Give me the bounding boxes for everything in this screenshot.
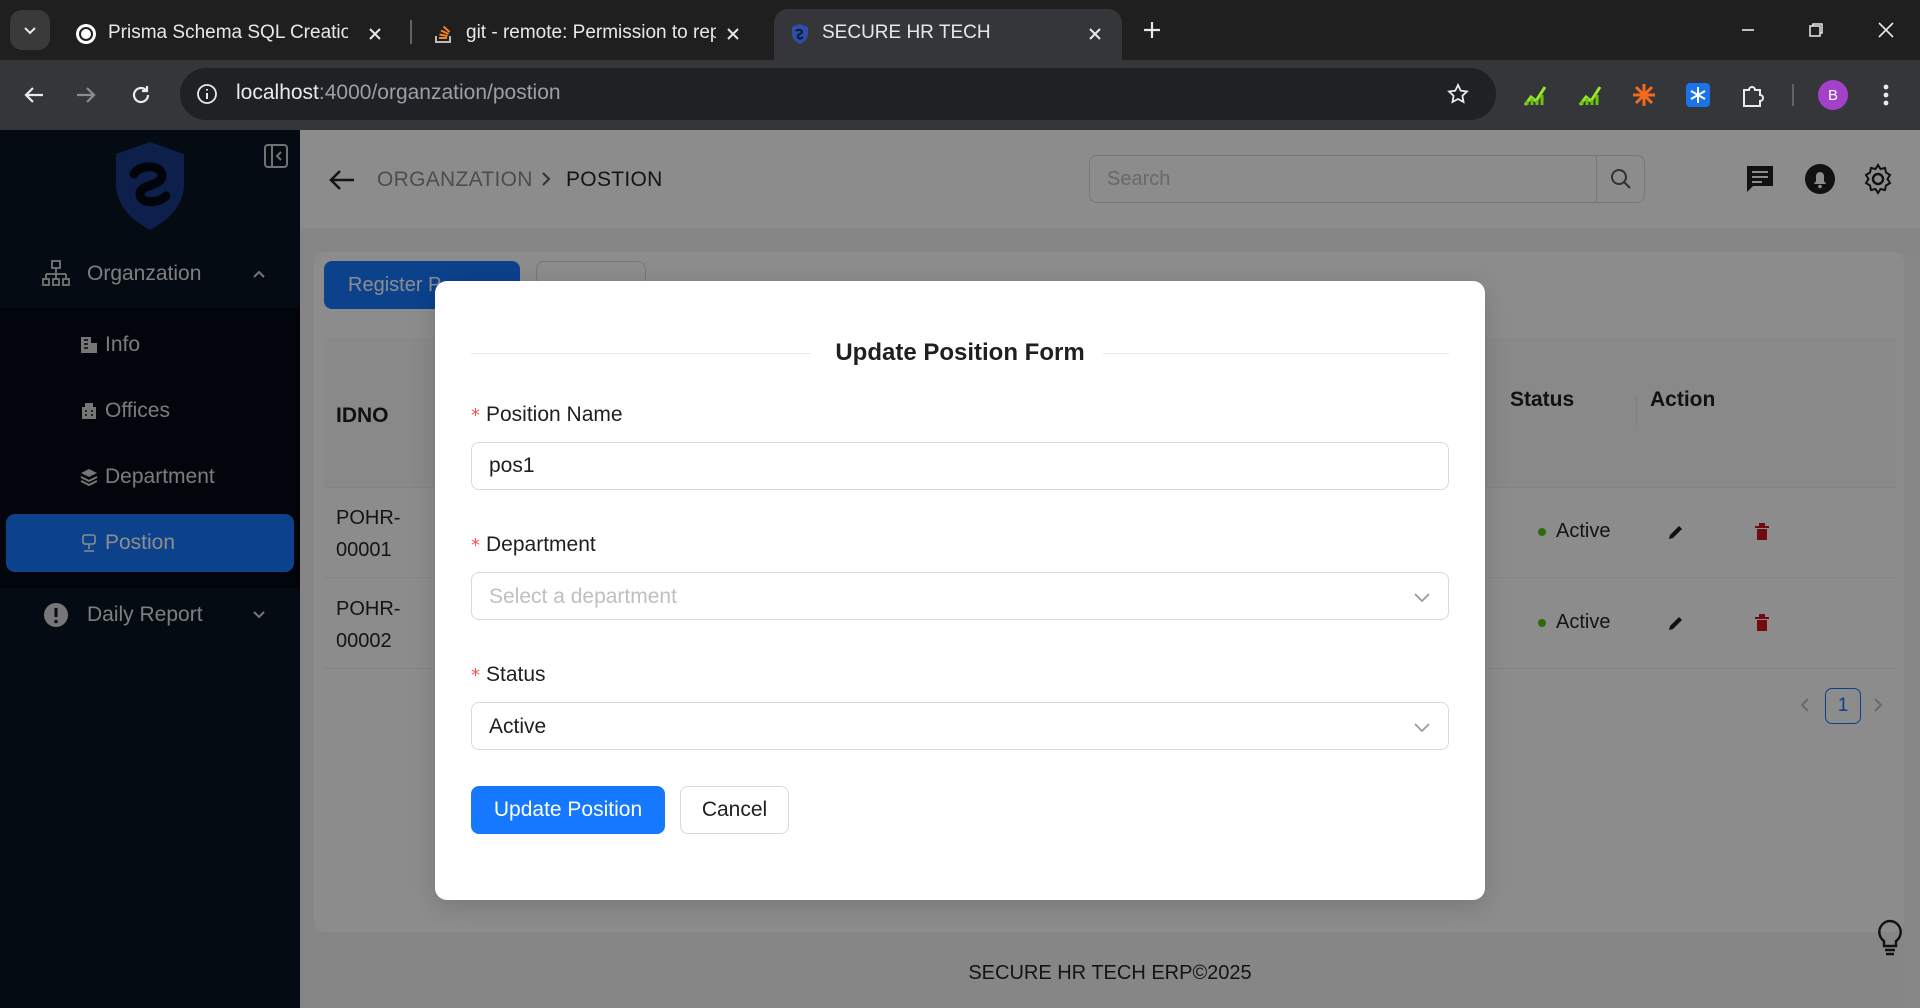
shield-logo-icon (792, 24, 808, 44)
chatgpt-icon (76, 24, 96, 44)
extension-chart-icon[interactable] (1517, 77, 1553, 113)
tab-divider (410, 20, 412, 44)
more-menu-icon[interactable] (1868, 77, 1904, 113)
position-name-input[interactable] (471, 442, 1449, 490)
address-bar[interactable]: localhost:4000/organzation/postion (180, 68, 1496, 120)
department-placeholder: Select a department (489, 585, 677, 608)
extension-snowflake-icon[interactable] (1680, 77, 1716, 113)
tab-title: Prisma Schema SQL Creation (108, 22, 348, 43)
reload-icon (132, 86, 150, 104)
url-host: localhost (236, 81, 319, 104)
required-asterisk: * (471, 665, 480, 686)
stackoverflow-icon (435, 25, 451, 43)
update-position-button[interactable]: Update Position (471, 786, 665, 834)
close-icon[interactable] (362, 21, 388, 47)
browser-toolbar: localhost:4000/organzation/postion B (0, 60, 1920, 130)
extension-chart-icon[interactable] (1572, 77, 1608, 113)
forward-button[interactable] (68, 77, 104, 113)
chevron-down-icon (1412, 587, 1432, 607)
status-label-text: Status (486, 663, 546, 686)
new-tab-button[interactable] (1136, 14, 1168, 46)
tab-search-button[interactable] (10, 10, 50, 50)
status-label: * Status (471, 663, 546, 687)
required-asterisk: * (471, 405, 480, 426)
back-button[interactable] (16, 77, 52, 113)
extension-spark-icon[interactable] (1626, 77, 1662, 113)
minimize-icon (1742, 29, 1754, 31)
url-path: :4000/organzation/postion (318, 81, 561, 104)
extensions-puzzle-icon[interactable] (1735, 77, 1771, 113)
browser-tab-2[interactable]: git - remote: Permission to repo (420, 9, 760, 60)
url-text[interactable]: localhost:4000/organzation/postion (236, 81, 561, 105)
department-select[interactable]: Select a department (471, 572, 1449, 620)
site-info-icon[interactable] (194, 81, 220, 107)
arrow-left-icon (24, 87, 43, 103)
position-name-label: * Position Name (471, 403, 623, 427)
modal-title: Update Position Form (835, 339, 1085, 366)
browser-tab-1[interactable]: Prisma Schema SQL Creation (62, 9, 402, 60)
profile-avatar[interactable]: B (1818, 80, 1848, 110)
department-label-text: Department (486, 533, 596, 556)
toolbar-divider (1792, 84, 1794, 106)
bookmark-star-icon[interactable] (1444, 80, 1472, 108)
restore-icon (1809, 23, 1823, 37)
close-window-button[interactable] (1866, 14, 1906, 46)
cancel-button[interactable]: Cancel (680, 786, 789, 834)
plus-icon (1144, 22, 1160, 38)
close-icon[interactable] (1082, 21, 1108, 47)
department-label: * Department (471, 533, 596, 557)
minimize-button[interactable] (1728, 14, 1768, 46)
status-selected-value: Active (489, 715, 547, 738)
close-icon (1878, 22, 1894, 38)
chevron-down-icon (1412, 717, 1432, 737)
position-name-label-text: Position Name (486, 403, 623, 426)
chevron-down-icon (24, 27, 36, 35)
reload-button[interactable] (123, 77, 159, 113)
status-select[interactable]: Active (471, 702, 1449, 750)
update-position-modal: Update Position Form * Position Name * Dep… (435, 281, 1485, 900)
browser-tab-3-active[interactable]: SECURE HR TECH (774, 9, 1122, 60)
required-asterisk: * (471, 535, 480, 556)
tab-title: git - remote: Permission to repo (466, 22, 716, 43)
arrow-right-icon (77, 87, 96, 103)
browser-tab-bar: Prisma Schema SQL Creation git - remote:… (0, 0, 1920, 60)
restore-button[interactable] (1796, 14, 1836, 46)
tab-title: SECURE HR TECH (822, 22, 991, 43)
close-icon[interactable] (720, 21, 746, 47)
